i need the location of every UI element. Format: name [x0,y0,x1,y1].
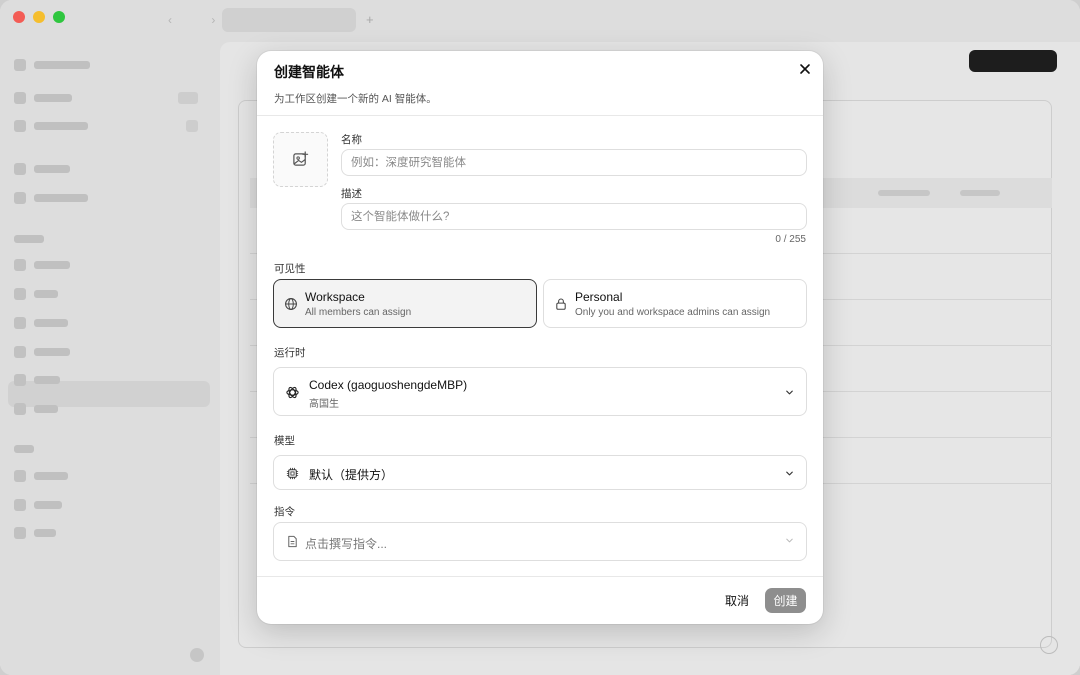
minimize-window-button[interactable] [33,11,45,23]
cancel-button[interactable]: 取消 [719,588,755,612]
visibility-option-title: Workspace [305,290,365,304]
visibility-option-description: All members can assign [305,307,412,318]
visibility-option-description: Only you and workspace admins can assign [575,307,771,318]
avatar-upload-button[interactable] [273,132,328,187]
model-label: 模型 [274,435,295,447]
dialog-title: 创建智能体 [274,64,344,80]
close-window-button[interactable] [13,11,25,23]
instructions-label: 指令 [274,506,295,518]
model-select[interactable]: 默认（提供方） [273,455,807,490]
char-counter: 0 / 255 [775,234,806,245]
instructions-field[interactable]: 点击撰写指令... [273,522,807,561]
instructions-placeholder: 点击撰写指令... [305,537,388,551]
runtime-label: 运行时 [274,347,306,359]
description-input[interactable] [341,203,807,230]
create-agent-dialog: 创建智能体 为工作区创建一个新的 AI 智能体。 名称 描述 0 / 255 可… [257,51,823,624]
name-input[interactable] [341,149,807,176]
image-plus-icon [293,151,309,166]
globe-icon [285,298,297,310]
description-label: 描述 [341,188,362,200]
footer-divider [257,576,823,577]
chip-icon [286,467,299,480]
name-label: 名称 [341,134,362,146]
maximize-window-button[interactable] [53,11,65,23]
visibility-label: 可见性 [274,263,306,275]
header-divider [257,115,823,116]
chevron-down-icon [786,390,793,395]
window-controls [13,11,65,23]
visibility-option-personal[interactable]: Personal Only you and workspace admins c… [543,279,807,328]
chevron-down-icon [786,471,793,476]
visibility-option-title: Personal [575,290,623,304]
document-icon [288,535,297,548]
visibility-option-workspace[interactable]: Workspace All members can assign [273,279,537,328]
runtime-owner: 高国生 [309,399,339,410]
runtime-select[interactable]: Codex (gaoguoshengdeMBP) 高国生 [273,367,807,416]
app-window: ‹ › + 创建智能体 为工作区创建一个新的 AI 智能体。 名称 例如：深度研… [0,0,1080,675]
lock-icon [556,298,566,310]
runtime-name: Codex (gaoguoshengdeMBP) [309,378,468,392]
chevron-down-icon [786,538,793,543]
model-value: 默认（提供方） [309,468,394,482]
openai-icon [286,386,299,399]
dialog-subtitle: 为工作区创建一个新的 AI 智能体。 [274,93,437,105]
create-button[interactable]: 创建 [765,588,806,613]
close-icon[interactable] [797,61,813,77]
